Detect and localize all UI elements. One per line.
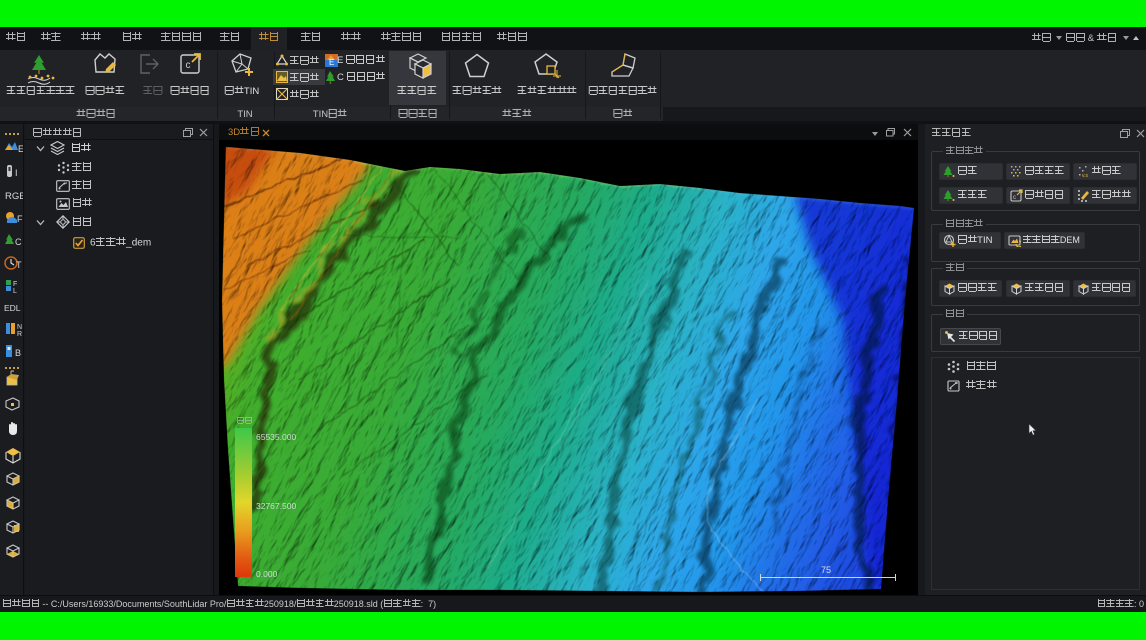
svg-text:F: F [13, 281, 17, 288]
svg-text:R: R [17, 331, 22, 338]
svg-text:T: T [16, 260, 22, 270]
svg-text:I: I [15, 168, 18, 178]
svg-text:v.s: v.s [1082, 173, 1089, 178]
svg-text:E: E [329, 58, 334, 67]
svg-text:EDL: EDL [4, 303, 21, 313]
svg-text:F: F [17, 214, 23, 224]
svg-text:RGB: RGB [5, 191, 23, 202]
svg-text:L: L [13, 288, 17, 295]
svg-text:c: c [186, 60, 191, 71]
svg-text:E: E [18, 144, 23, 154]
svg-text:c: c [1013, 195, 1016, 201]
svg-text:C: C [15, 237, 22, 247]
svg-text:N: N [17, 324, 22, 331]
svg-text:B: B [15, 348, 21, 358]
